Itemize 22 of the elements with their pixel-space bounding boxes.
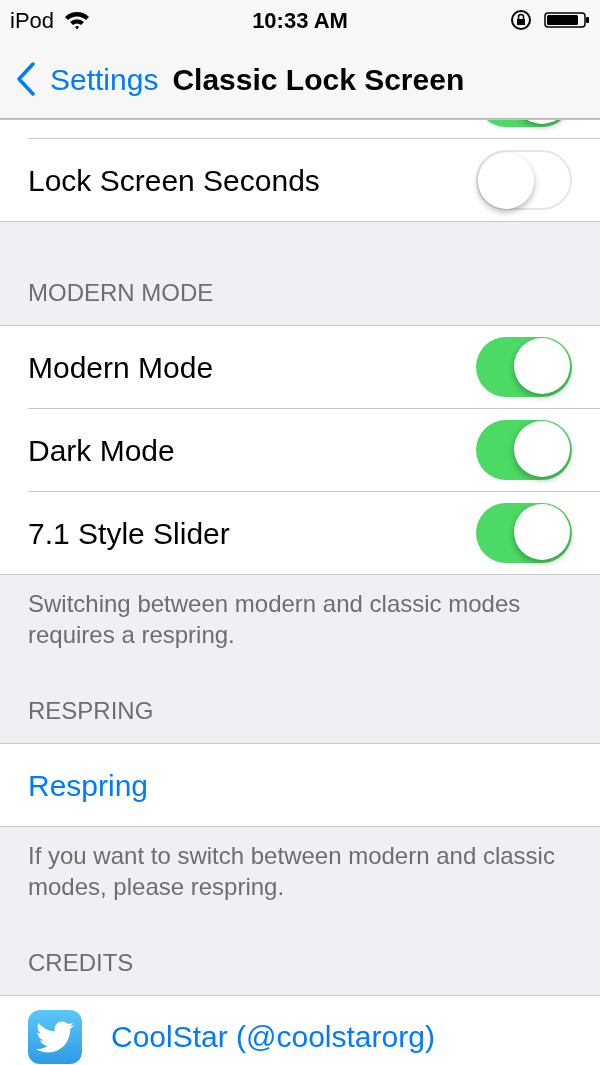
setting-label: Dark Mode — [28, 432, 175, 469]
toggle-switch[interactable] — [476, 503, 572, 563]
chevron-left-icon — [16, 62, 36, 96]
setting-label: Lock Screen Seconds — [28, 162, 320, 199]
status-time: 10:33 AM — [252, 6, 348, 35]
section-header: CREDITS — [28, 948, 134, 978]
setting-label: Modern Mode — [28, 349, 214, 386]
carrier-label: iPod — [10, 6, 55, 35]
battery-icon — [544, 12, 590, 28]
wifi-icon — [64, 10, 91, 30]
back-button[interactable]: Settings — [16, 56, 159, 102]
toggle-switch[interactable] — [476, 337, 572, 397]
section-header: RESPRING — [28, 696, 154, 726]
rotation-lock-icon — [510, 9, 532, 31]
section-footer: Switching between modern and classic modes requires a respring. — [28, 588, 572, 650]
section-footer: If you want to switch between modern and classic modes, please respring. — [28, 840, 572, 902]
toggle-switch[interactable] — [476, 150, 572, 210]
toggle-switch[interactable] — [476, 420, 572, 480]
screen-title: Classic Lock Screen — [172, 61, 465, 98]
respring-button[interactable]: Respring — [28, 762, 149, 808]
section-header: MODERN MODE — [28, 278, 214, 308]
setting-label: 7.1 Style Slider — [28, 515, 230, 552]
